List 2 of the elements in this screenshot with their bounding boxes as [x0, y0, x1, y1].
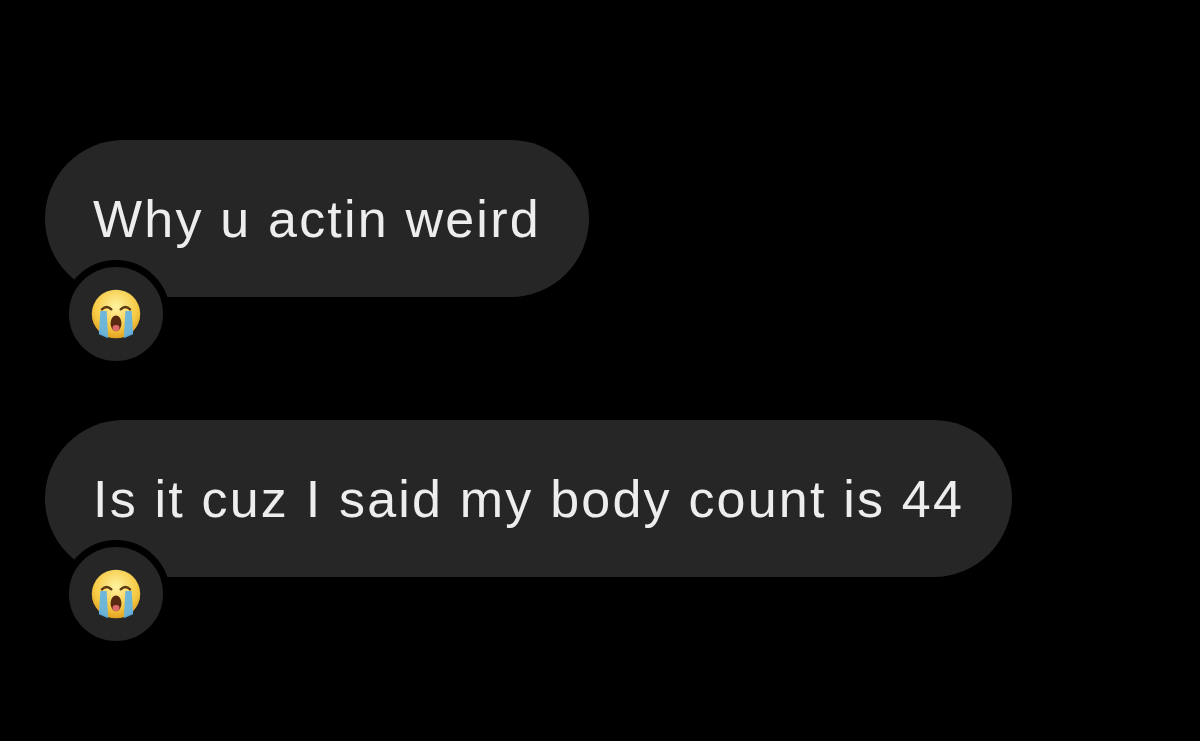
message-bubble: Why u actin weird: [45, 140, 589, 297]
message-bubble: Is it cuz I said my body count is 44: [45, 420, 1013, 577]
